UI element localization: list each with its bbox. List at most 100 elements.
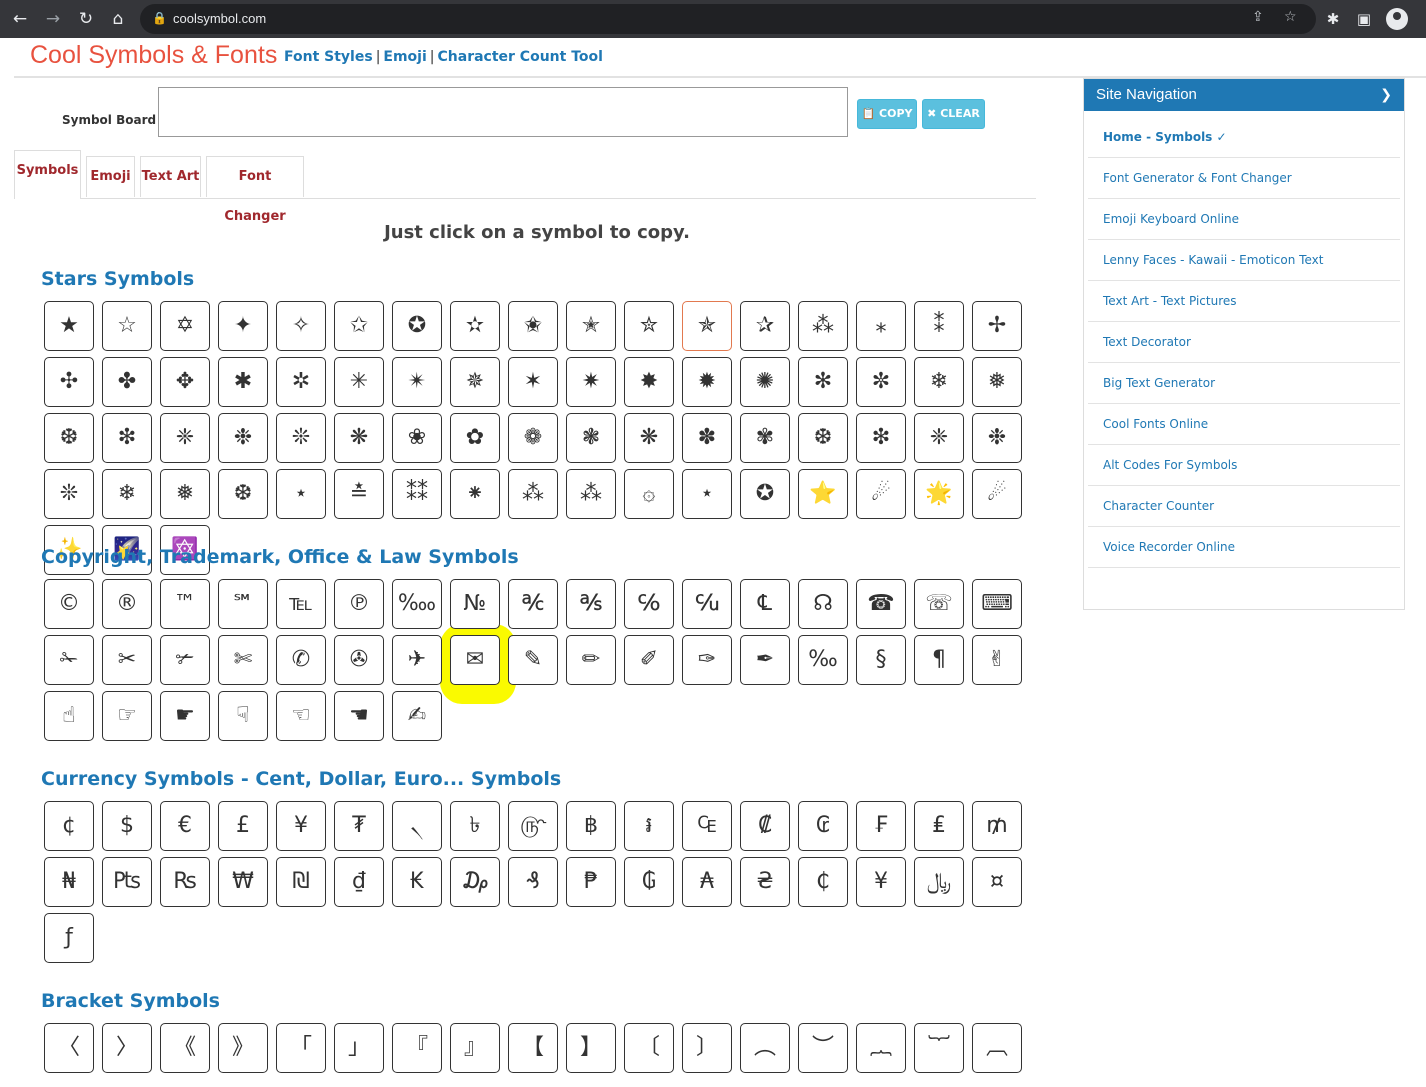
stars-symbol-cell[interactable]: ❇ <box>102 413 152 463</box>
share-icon[interactable]: ⇪ <box>1252 9 1264 25</box>
currency-symbol-cell[interactable]: ﷼ <box>914 857 964 907</box>
office-symbol-cell[interactable]: ☜ <box>276 691 326 741</box>
office-symbol-cell[interactable]: ☚ <box>334 691 384 741</box>
office-symbol-cell[interactable]: ☏ <box>914 579 964 629</box>
stars-symbol-cell[interactable]: 🌟 <box>914 469 964 519</box>
office-symbol-cell[interactable]: ☊ <box>798 579 848 629</box>
tab-text-art[interactable]: Text Art <box>140 156 201 197</box>
stars-symbol-cell[interactable]: ⋆ <box>682 469 732 519</box>
stars-symbol-cell[interactable]: ❊ <box>276 413 326 463</box>
clear-button[interactable]: ✖ CLEAR <box>922 99 985 129</box>
stars-symbol-cell[interactable]: ✸ <box>624 357 674 407</box>
sidebar-nav-item[interactable]: Alt Codes For Symbols <box>1088 445 1400 486</box>
stars-symbol-cell[interactable]: ⭐ <box>798 469 848 519</box>
stars-symbol-cell[interactable]: ❅ <box>972 357 1022 407</box>
currency-symbol-cell[interactable]: ¥ <box>856 857 906 907</box>
stars-symbol-cell[interactable]: ✾ <box>740 413 790 463</box>
stars-symbol-cell[interactable]: ✺ <box>740 357 790 407</box>
stars-symbol-cell[interactable]: ⋆ <box>276 469 326 519</box>
stars-symbol-cell[interactable]: ✿ <box>450 413 500 463</box>
stars-symbol-cell[interactable]: ❉ <box>218 413 268 463</box>
office-symbol-cell[interactable]: ✌ <box>972 635 1022 685</box>
reload-icon[interactable]: ↻ <box>74 7 98 31</box>
stars-symbol-cell[interactable]: ✴ <box>392 357 442 407</box>
home-icon[interactable]: ⌂ <box>106 7 130 31</box>
stars-symbol-cell[interactable]: ❁ <box>508 413 558 463</box>
back-icon[interactable]: ← <box>8 7 32 31</box>
currency-symbol-cell[interactable]: ₰ <box>508 857 558 907</box>
bookmark-star-icon[interactable]: ☆ <box>1284 9 1297 25</box>
currency-symbol-cell[interactable]: ₢ <box>798 801 848 851</box>
sidebar-nav-item[interactable]: Character Counter <box>1088 486 1400 527</box>
office-symbol-cell[interactable]: ℀ <box>508 579 558 629</box>
office-symbol-cell[interactable]: ℅ <box>624 579 674 629</box>
currency-symbol-cell[interactable]: ¥ <box>276 801 326 851</box>
stars-symbol-cell[interactable]: ✳ <box>334 357 384 407</box>
stars-symbol-cell[interactable]: ❋ <box>334 413 384 463</box>
stars-symbol-cell[interactable]: ✹ <box>682 357 732 407</box>
currency-symbol-cell[interactable]: ₲ <box>624 857 674 907</box>
stars-symbol-cell[interactable]: ✧ <box>276 301 326 351</box>
bracket-symbol-cell[interactable]: 』 <box>450 1023 500 1073</box>
address-bar[interactable]: 🔒 coolsymbol.com ⇪ ☆ <box>140 4 1316 34</box>
currency-symbol-cell[interactable]: € <box>160 801 210 851</box>
currency-symbol-cell[interactable]: ₡ <box>740 801 790 851</box>
office-symbol-cell[interactable]: ☞ <box>102 691 152 741</box>
stars-symbol-cell[interactable]: ☄ <box>972 469 1022 519</box>
stars-symbol-cell[interactable]: ۞ <box>624 469 674 519</box>
currency-symbol-cell[interactable]: ฿ <box>566 801 616 851</box>
stars-symbol-cell[interactable]: ✤ <box>102 357 152 407</box>
bracket-symbol-cell[interactable]: 「 <box>276 1023 326 1073</box>
stars-symbol-cell[interactable]: ✯ <box>682 301 732 351</box>
currency-symbol-cell[interactable]: ₩ <box>218 857 268 907</box>
office-symbol-cell[interactable]: ✇ <box>334 635 384 685</box>
currency-symbol-cell[interactable]: ₫ <box>334 857 384 907</box>
currency-symbol-cell[interactable]: ₭ <box>392 857 442 907</box>
stars-symbol-cell[interactable]: ✰ <box>740 301 790 351</box>
currency-symbol-cell[interactable]: ௹ <box>508 801 558 851</box>
stars-symbol-cell[interactable]: ⁑⁑ <box>392 469 442 519</box>
sidebar-nav-item[interactable]: Cool Fonts Online <box>1088 404 1400 445</box>
stars-symbol-cell[interactable]: ✼ <box>856 357 906 407</box>
stars-symbol-cell[interactable]: ❉ <box>972 413 1022 463</box>
stars-symbol-cell[interactable]: ❄ <box>102 469 152 519</box>
currency-symbol-cell[interactable]: ₮ <box>334 801 384 851</box>
office-symbol-cell[interactable]: ℁ <box>566 579 616 629</box>
bracket-symbol-cell[interactable]: 《 <box>160 1023 210 1073</box>
bracket-symbol-cell[interactable]: 》 <box>218 1023 268 1073</box>
sidebar-nav-item[interactable]: Big Text Generator <box>1088 363 1400 404</box>
office-symbol-cell[interactable]: ℡ <box>276 579 326 629</box>
office-symbol-cell[interactable]: ‱ <box>392 579 442 629</box>
currency-symbol-cell[interactable]: ৲ <box>392 801 442 851</box>
office-symbol-cell[interactable]: ✃ <box>160 635 210 685</box>
nav-emoji[interactable]: Emoji <box>383 49 426 65</box>
office-symbol-cell[interactable]: ✈ <box>392 635 442 685</box>
currency-symbol-cell[interactable]: ₪ <box>276 857 326 907</box>
stars-symbol-cell[interactable]: ✽ <box>682 413 732 463</box>
sidebar-nav-item[interactable]: Home - Symbols ✓ <box>1088 117 1400 158</box>
stars-symbol-cell[interactable]: ✦ <box>218 301 268 351</box>
stars-symbol-cell[interactable]: ❄ <box>914 357 964 407</box>
currency-symbol-cell[interactable]: ₤ <box>914 801 964 851</box>
stars-symbol-cell[interactable]: ✡ <box>160 301 210 351</box>
stars-symbol-cell[interactable]: ⁂ <box>798 301 848 351</box>
office-symbol-cell[interactable]: ✂ <box>102 635 152 685</box>
office-symbol-cell[interactable]: ☝ <box>44 691 94 741</box>
currency-symbol-cell[interactable]: ₦ <box>44 857 94 907</box>
office-symbol-cell[interactable]: ✏ <box>566 635 616 685</box>
office-symbol-cell[interactable]: ℗ <box>334 579 384 629</box>
currency-symbol-cell[interactable]: ƒ <box>44 913 94 963</box>
stars-symbol-cell[interactable]: ❆ <box>218 469 268 519</box>
stars-symbol-cell[interactable]: ✵ <box>450 357 500 407</box>
bracket-symbol-cell[interactable]: 】 <box>566 1023 616 1073</box>
symbol-board-input[interactable] <box>158 87 848 137</box>
stars-symbol-cell[interactable]: ☆ <box>102 301 152 351</box>
office-symbol-cell[interactable]: ℠ <box>218 579 268 629</box>
bracket-symbol-cell[interactable]: ︸ <box>914 1023 964 1073</box>
currency-symbol-cell[interactable]: $ <box>102 801 152 851</box>
office-symbol-cell[interactable]: ☛ <box>160 691 210 741</box>
office-symbol-cell[interactable]: ✎ <box>508 635 558 685</box>
office-symbol-cell[interactable]: ⌨ <box>972 579 1022 629</box>
stars-symbol-cell[interactable]: ❃ <box>566 413 616 463</box>
stars-symbol-cell[interactable]: ✶ <box>508 357 558 407</box>
